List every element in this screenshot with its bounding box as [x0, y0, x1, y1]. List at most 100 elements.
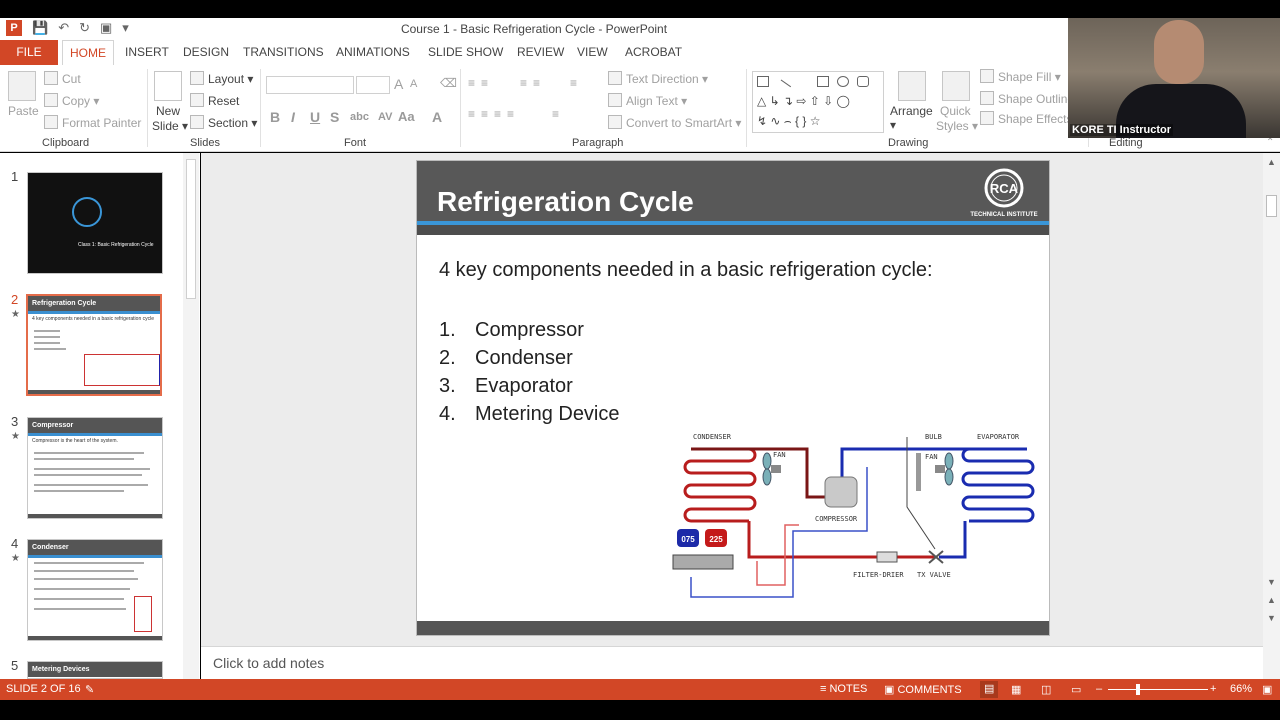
shapes-gallery[interactable]: △ ↳ ↴ ⇨ ⇧ ⇩ ◯ ↯ ∿ ⌢ { } ☆ [752, 71, 884, 133]
current-slide[interactable]: Refrigeration Cycle RCA TECHNICAL INSTIT… [416, 160, 1050, 636]
slide-intro-text[interactable]: 4 key components needed in a basic refri… [439, 259, 933, 282]
tab-acrobat[interactable]: ACROBAT [625, 40, 682, 65]
tab-insert[interactable]: INSERT [125, 40, 169, 65]
character-spacing-button[interactable]: AV [378, 111, 392, 123]
next-slide-icon[interactable]: ▼ [1267, 613, 1276, 623]
notes-placeholder[interactable]: Click to add notes [213, 655, 324, 671]
paint-bucket-icon [980, 69, 994, 83]
slide-thumbnail-4[interactable]: Condenser [27, 539, 163, 641]
underline-button[interactable]: U [310, 109, 320, 125]
font-family-combo[interactable] [266, 76, 354, 94]
slide-thumbnail-3[interactable]: Compressor Compressor is the heart of th… [27, 417, 163, 519]
paste-button[interactable]: Paste [8, 104, 39, 118]
new-slide-label-2[interactable]: Slide ▾ [152, 119, 188, 133]
format-painter-label: Format Painter [62, 116, 142, 130]
reading-view-icon[interactable]: ◫ [1041, 683, 1051, 696]
more-shapes-row[interactable]: △ ↳ ↴ ⇨ ⇧ ⇩ ◯ [757, 94, 850, 108]
thumbnail-scroll-thumb[interactable] [186, 159, 196, 299]
slide-sorter-icon[interactable]: ▦ [1011, 683, 1021, 696]
reset-button[interactable]: Reset [190, 93, 239, 108]
new-slide-icon[interactable] [154, 71, 182, 101]
section-button[interactable]: Section ▾ [190, 115, 257, 130]
zoom-slider-thumb[interactable] [1136, 684, 1140, 695]
tab-review[interactable]: REVIEW [517, 40, 564, 65]
tab-animations[interactable]: ANIMATIONS [336, 40, 410, 65]
bullets-icon[interactable]: ≡≡ [468, 76, 494, 90]
shape-fill-label: Shape Fill [998, 70, 1052, 84]
bold-button[interactable]: B [270, 109, 280, 125]
comments-button[interactable]: ▣ COMMENTS [884, 683, 962, 696]
collapse-ribbon-icon[interactable]: ⌃ [1266, 137, 1274, 148]
tab-view[interactable]: VIEW [577, 40, 608, 65]
slide-title[interactable]: Refrigeration Cycle [437, 185, 697, 235]
tab-slide-show[interactable]: SLIDE SHOW [428, 40, 503, 65]
slide-thumbnail-5[interactable]: Metering Devices [27, 661, 163, 679]
format-painter-button[interactable]: Format Painter [44, 115, 141, 130]
tab-file[interactable]: FILE [0, 40, 58, 65]
thumbnail-scrollbar[interactable] [183, 153, 199, 679]
tab-transitions[interactable]: TRANSITIONS [243, 40, 324, 65]
columns-icon[interactable]: ≡ [552, 107, 559, 121]
ribbon-separator [147, 69, 148, 147]
paste-icon[interactable] [8, 71, 36, 101]
normal-view-icon[interactable]: ▤ [980, 681, 999, 698]
zoom-out-icon[interactable]: – [1096, 683, 1102, 695]
convert-smartart-button[interactable]: Convert to SmartArt ▾ [608, 115, 741, 130]
notes-pane[interactable]: Click to add notes [201, 646, 1263, 679]
scroll-up-icon[interactable]: ▲ [1267, 157, 1276, 167]
tab-design[interactable]: DESIGN [183, 40, 229, 65]
new-slide-label-1[interactable]: New [156, 104, 180, 118]
zoom-slider[interactable] [1108, 689, 1208, 690]
grow-font-button[interactable]: A [394, 76, 403, 92]
thumb-footer [28, 514, 162, 518]
shrink-font-button[interactable]: A [410, 78, 417, 90]
layout-button[interactable]: Layout ▾ [190, 71, 253, 86]
change-case-button[interactable]: Aa [398, 109, 415, 124]
editor-scroll-thumb[interactable] [1266, 195, 1277, 217]
shape-outline-button[interactable]: Shape Outline [980, 91, 1074, 106]
shadow-button[interactable]: abc [350, 111, 369, 123]
more-shapes-row-2[interactable]: ↯ ∿ ⌢ { } ☆ [757, 114, 820, 129]
component-list[interactable]: 1. Compressor 2. Condenser 3. Evaporator 4.… [439, 316, 620, 428]
textbox-shape-icon[interactable] [757, 76, 769, 87]
indent-icon[interactable]: ≡≡ [520, 76, 546, 90]
shape-fill-button[interactable]: Shape Fill ▾ [980, 69, 1061, 84]
slide-thumbnail-1[interactable]: Class 1: Basic Refrigeration Cycle [27, 172, 163, 274]
thumb-line [34, 588, 130, 590]
align-icons[interactable]: ≡≡≡≡ [468, 107, 520, 121]
text-direction-button[interactable]: Text Direction ▾ [608, 71, 708, 86]
quick-styles-button-1[interactable]: Quick [940, 104, 971, 118]
font-size-combo[interactable] [356, 76, 390, 94]
quick-styles-button-2[interactable]: Styles ▾ [936, 119, 978, 133]
italic-button[interactable]: I [291, 109, 295, 125]
rectangle-shape-icon[interactable] [817, 76, 829, 87]
arrange-icon[interactable] [898, 71, 926, 101]
quick-styles-icon[interactable] [942, 71, 970, 101]
slideshow-view-icon[interactable]: ▭ [1071, 683, 1081, 696]
clear-format-icon[interactable]: ⌫ [440, 76, 457, 90]
editing-group-label: Editing [1109, 137, 1143, 149]
tab-home[interactable]: HOME [62, 40, 114, 65]
slide-thumbnail-2[interactable]: Refrigeration Cycle 4 key components nee… [26, 294, 162, 396]
zoom-in-icon[interactable]: + [1210, 683, 1216, 695]
fit-slide-icon[interactable]: ▣ [1262, 683, 1272, 696]
rounded-rect-shape-icon[interactable] [857, 76, 869, 87]
strikethrough-button[interactable]: S [330, 109, 339, 125]
cut-button[interactable]: Cut [44, 71, 81, 86]
thumb-line [34, 348, 66, 350]
previous-slide-icon[interactable]: ▲ [1267, 595, 1276, 605]
editor-scrollbar[interactable]: ▲ ▼ ▲ ▼ [1263, 153, 1280, 679]
line-spacing-icon[interactable]: ≡ [570, 76, 577, 90]
filter-drier-shape [876, 551, 898, 563]
copy-button[interactable]: Copy ▾ [44, 93, 99, 108]
scroll-down-icon[interactable]: ▼ [1267, 577, 1276, 587]
zoom-level[interactable]: 66% [1230, 683, 1252, 695]
spell-check-icon[interactable]: ✎ [85, 683, 94, 696]
font-color-button[interactable]: A [432, 109, 442, 125]
arrange-button[interactable]: Arrange ▾ [890, 104, 933, 132]
shape-effects-button[interactable]: Shape Effects [980, 111, 1073, 126]
align-text-button[interactable]: Align Text ▾ [608, 93, 687, 108]
notes-button[interactable]: ≡ NOTES [820, 683, 867, 695]
refrigeration-diagram[interactable]: 075 225 CONDENSER BULB EVAPORATOR FAN FA… [667, 427, 1037, 607]
oval-shape-icon[interactable] [837, 76, 849, 87]
